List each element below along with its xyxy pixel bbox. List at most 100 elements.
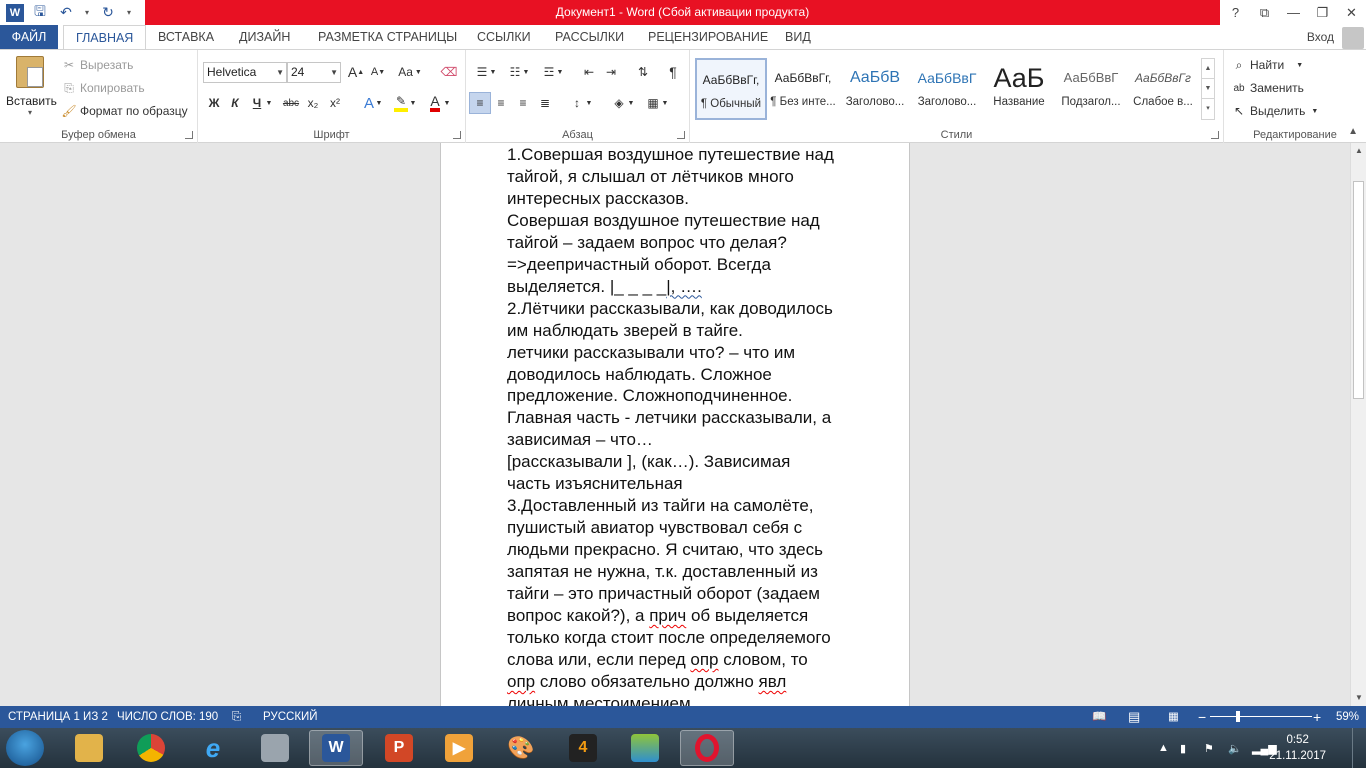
avatar[interactable] <box>1342 27 1364 49</box>
line-spacing-dropdown-icon[interactable]: ▼ <box>584 92 594 114</box>
zoom-out-icon[interactable]: − <box>1198 706 1206 728</box>
word-count[interactable]: ЧИСЛО СЛОВ: 190 <box>117 706 218 728</box>
shading-dropdown-icon[interactable]: ▼ <box>626 92 636 114</box>
taskbar-explorer[interactable] <box>62 730 116 766</box>
text-effects-dropdown-icon[interactable]: ▼ <box>374 92 384 114</box>
taskbar-opera[interactable] <box>680 730 734 766</box>
start-button[interactable] <box>6 730 44 766</box>
web-layout-icon[interactable]: ▦ <box>1168 706 1179 728</box>
word-logo-icon[interactable]: W <box>6 3 24 22</box>
paragraph-launcher-icon[interactable] <box>677 131 685 139</box>
superscript-button[interactable]: x² <box>324 92 346 114</box>
font-name-combo[interactable]: Helvetica ▼ <box>203 62 287 83</box>
taskbar-powerpoint[interactable]: P <box>372 730 426 766</box>
borders-dropdown-icon[interactable]: ▼ <box>660 92 670 114</box>
collapse-ribbon-icon[interactable]: ▲ <box>1348 126 1358 137</box>
scroll-down-icon[interactable]: ▼ <box>1351 690 1366 706</box>
bold-button[interactable]: Ж <box>203 92 225 114</box>
undo-icon[interactable]: ↶ <box>56 3 76 23</box>
grow-font-button[interactable]: A ▲ <box>345 61 367 83</box>
tab-layout[interactable]: РАЗМЕТКА СТРАНИЦЫ <box>318 25 457 49</box>
format-painter-button[interactable]: 🖌 Формат по образцу <box>61 104 187 118</box>
dropdown-icon[interactable]: ▾ <box>82 3 92 23</box>
taskbar-chrome[interactable] <box>124 730 178 766</box>
multilevel-dropdown-icon[interactable]: ▼ <box>555 61 565 83</box>
restore-button[interactable]: ❐ <box>1308 0 1337 25</box>
underline-dropdown-icon[interactable]: ▼ <box>264 92 274 114</box>
tab-view[interactable]: ВИД <box>785 25 811 49</box>
change-case-button[interactable]: Aa ▼ <box>395 61 425 83</box>
tab-design[interactable]: ДИЗАЙН <box>239 25 290 49</box>
tray-expand-icon[interactable]: ▲ <box>1158 728 1169 768</box>
taskbar-bluestacks[interactable] <box>618 730 672 766</box>
tray-flag-icon[interactable]: ⚑ <box>1204 728 1214 768</box>
gallery-down-icon[interactable]: ▼ <box>1202 79 1214 99</box>
sign-in-link[interactable]: Вход <box>1307 25 1334 49</box>
bullets-dropdown-icon[interactable]: ▼ <box>488 61 498 83</box>
paste-button[interactable]: Вставить ▾ <box>6 54 57 122</box>
tab-references[interactable]: ССЫЛКИ <box>477 25 531 49</box>
clear-formatting-icon[interactable]: ⌫ <box>438 61 460 83</box>
show-desktop-button[interactable] <box>1352 728 1366 768</box>
justify-icon[interactable]: ≣ <box>534 92 556 114</box>
tray-device-icon[interactable]: ▮ <box>1180 728 1186 768</box>
print-layout-icon[interactable]: ▤ <box>1128 706 1140 728</box>
replace-button[interactable]: ab Заменить <box>1232 81 1304 95</box>
tab-review[interactable]: РЕЦЕНЗИРОВАНИЕ <box>648 25 768 49</box>
gallery-up-icon[interactable]: ▲ <box>1202 59 1214 79</box>
styles-launcher-icon[interactable] <box>1211 131 1219 139</box>
proofing-icon[interactable]: ⎘ <box>232 706 241 728</box>
close-button[interactable]: ✕ <box>1337 0 1366 25</box>
strikethrough-button[interactable]: abc <box>280 92 302 114</box>
subscript-button[interactable]: x₂ <box>302 92 324 114</box>
font-color-dropdown-icon[interactable]: ▼ <box>442 92 452 114</box>
zoom-level[interactable]: 59% <box>1336 706 1359 728</box>
style-heading-2[interactable]: АаБбВвГ Заголово... <box>911 58 983 120</box>
tab-home[interactable]: ГЛАВНАЯ <box>63 25 147 50</box>
style-normal[interactable]: АаБбВвГг, ¶ Обычный <box>695 58 767 120</box>
decrease-indent-icon[interactable]: ⇤ <box>578 61 600 83</box>
style-title[interactable]: АаБ Название <box>983 58 1055 120</box>
taskbar-calculator[interactable] <box>248 730 302 766</box>
italic-button[interactable]: К <box>224 92 246 114</box>
scroll-thumb[interactable] <box>1353 181 1364 399</box>
vertical-scrollbar[interactable]: ▲ ▼ <box>1350 143 1366 706</box>
taskbar-word[interactable]: W <box>309 730 363 766</box>
document-page[interactable]: 1.Совершая воздушное путешествие над тай… <box>440 143 910 706</box>
system-clock[interactable]: 0:52 21.11.2017 <box>1269 732 1326 764</box>
customize-qat-icon[interactable]: ▾ <box>124 3 134 23</box>
font-launcher-icon[interactable] <box>453 131 461 139</box>
taskbar-media-player[interactable]: ▶ <box>432 730 486 766</box>
read-mode-icon[interactable]: 📖 <box>1092 706 1106 728</box>
save-icon[interactable]: 🖫 <box>30 3 50 23</box>
zoom-slider[interactable] <box>1210 716 1312 717</box>
font-size-combo[interactable]: 24 ▼ <box>287 62 341 83</box>
redo-icon[interactable]: ↻ <box>98 3 118 23</box>
tab-file[interactable]: ФАЙЛ <box>0 25 58 49</box>
align-right-icon[interactable]: ≡ <box>512 92 534 114</box>
tab-mailings[interactable]: РАССЫЛКИ <box>555 25 624 49</box>
minimize-button[interactable]: — <box>1279 0 1308 25</box>
shrink-font-button[interactable]: A ▼ <box>367 61 389 83</box>
clipboard-launcher-icon[interactable] <box>185 131 193 139</box>
sort-icon[interactable]: ⇅ <box>632 61 654 83</box>
select-button[interactable]: ↖ Выделить ▼ <box>1232 104 1318 118</box>
numbering-dropdown-icon[interactable]: ▼ <box>521 61 531 83</box>
increase-indent-icon[interactable]: ⇥ <box>600 61 622 83</box>
style-no-spacing[interactable]: АаБбВвГг, ¶ Без инте... <box>767 58 839 120</box>
show-marks-icon[interactable]: ¶ <box>662 61 684 83</box>
language-status[interactable]: РУССКИЙ <box>263 706 318 728</box>
cut-button[interactable]: ✂ Вырезать <box>62 58 133 72</box>
zoom-in-icon[interactable]: + <box>1313 706 1321 728</box>
align-left-icon[interactable]: ≡ <box>469 92 491 114</box>
align-center-icon[interactable]: ≡ <box>490 92 512 114</box>
help-button[interactable]: ? <box>1221 0 1250 25</box>
copy-button[interactable]: ⎘ Копировать <box>62 81 144 96</box>
tab-insert[interactable]: ВСТАВКА <box>158 25 214 49</box>
taskbar-app-4[interactable]: 4 <box>556 730 610 766</box>
style-subtle-emphasis[interactable]: АаБбВвГг Слабое в... <box>1127 58 1199 120</box>
gallery-more-icon[interactable]: ▾ <box>1202 99 1214 119</box>
taskbar-paint[interactable]: 🎨 <box>494 730 548 766</box>
style-subtitle[interactable]: АаБбВвГ Подзагол... <box>1055 58 1127 120</box>
highlight-dropdown-icon[interactable]: ▼ <box>408 92 418 114</box>
